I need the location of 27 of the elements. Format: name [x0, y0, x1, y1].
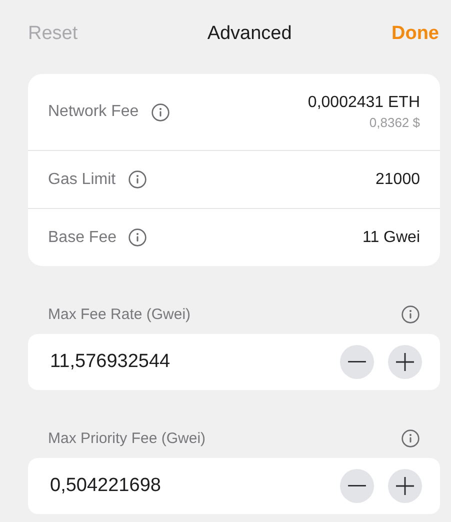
info-icon[interactable] [401, 304, 420, 324]
plus-icon [395, 476, 415, 496]
fee-value: 11 Gwei [362, 228, 420, 246]
decrement-button[interactable] [340, 345, 374, 379]
increment-button[interactable] [388, 469, 422, 503]
field-label: Max Fee Rate (Gwei) [48, 306, 191, 322]
fee-label: Gas Limit [48, 170, 116, 188]
minus-icon [348, 361, 366, 363]
info-icon[interactable] [150, 102, 170, 122]
decrement-button[interactable] [340, 469, 374, 503]
plus-icon [395, 352, 415, 372]
info-icon[interactable] [128, 170, 147, 189]
value-input[interactable]: 11,576932544 [48, 350, 326, 374]
fee-label: Network Fee [48, 103, 139, 121]
fee-value: 0,0002431 ETH [308, 94, 420, 112]
fiat-value: 0,8362 $ [369, 115, 420, 130]
input-field[interactable]: 0,504221698 [28, 458, 440, 514]
minus-icon [348, 485, 366, 487]
input-field[interactable]: 11,576932544 [28, 334, 440, 390]
value-input[interactable]: 0,504221698 [48, 474, 326, 498]
increment-button[interactable] [388, 345, 422, 379]
fee-value: 21000 [376, 170, 420, 188]
info-icon[interactable] [128, 228, 148, 247]
fee-label: Base Fee [48, 228, 116, 246]
info-icon[interactable] [401, 428, 420, 448]
field-label: Max Priority Fee (Gwei) [48, 430, 206, 446]
screen-title: Advanced [207, 23, 292, 45]
